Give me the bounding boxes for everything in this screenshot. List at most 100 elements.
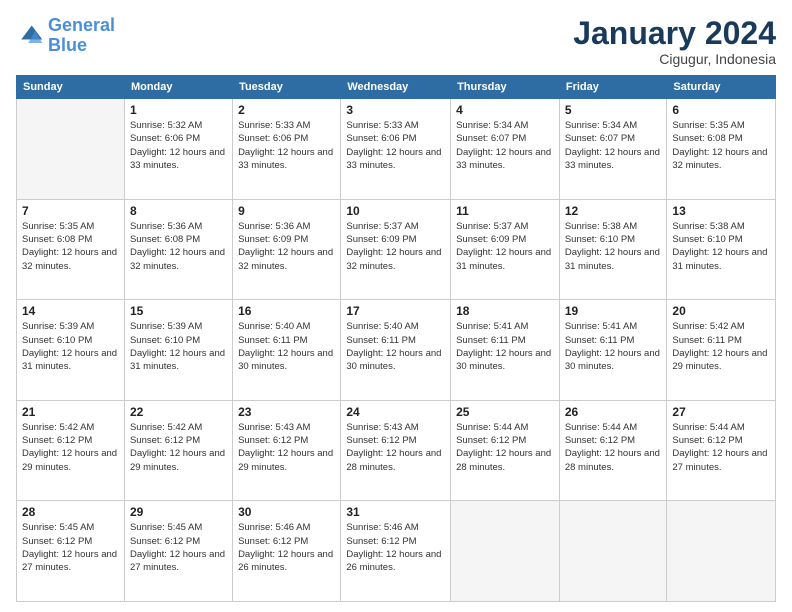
- day-number: 9: [238, 204, 335, 218]
- logo-text: General Blue: [48, 16, 115, 56]
- calendar-cell: [667, 501, 776, 602]
- day-info: Sunrise: 5:41 AM Sunset: 6:11 PM Dayligh…: [565, 320, 662, 373]
- calendar-cell: 15 Sunrise: 5:39 AM Sunset: 6:10 PM Dayli…: [124, 300, 232, 401]
- calendar-cell: [451, 501, 560, 602]
- day-number: 19: [565, 304, 662, 318]
- day-info: Sunrise: 5:42 AM Sunset: 6:12 PM Dayligh…: [22, 421, 119, 474]
- calendar-cell: 2 Sunrise: 5:33 AM Sunset: 6:06 PM Daylig…: [233, 99, 341, 200]
- day-number: 12: [565, 204, 662, 218]
- day-info: Sunrise: 5:44 AM Sunset: 6:12 PM Dayligh…: [456, 421, 554, 474]
- col-wednesday: Wednesday: [341, 76, 451, 99]
- calendar-cell: 23 Sunrise: 5:43 AM Sunset: 6:12 PM Dayli…: [233, 400, 341, 501]
- day-number: 28: [22, 505, 119, 519]
- calendar-cell: 21 Sunrise: 5:42 AM Sunset: 6:12 PM Dayli…: [17, 400, 125, 501]
- calendar-cell: 31Sunrise: 5:46 AM Sunset: 6:12 PM Dayli…: [341, 501, 451, 602]
- day-info: Sunrise: 5:40 AM Sunset: 6:11 PM Dayligh…: [346, 320, 445, 373]
- calendar-cell: 10 Sunrise: 5:37 AM Sunset: 6:09 PM Dayli…: [341, 199, 451, 300]
- calendar-cell: 24 Sunrise: 5:43 AM Sunset: 6:12 PM Dayli…: [341, 400, 451, 501]
- day-info: Sunrise: 5:46 AM Sunset: 6:12 PM Dayligh…: [346, 521, 445, 574]
- col-friday: Friday: [559, 76, 667, 99]
- day-number: 15: [130, 304, 227, 318]
- day-info: Sunrise: 5:35 AM Sunset: 6:08 PM Dayligh…: [672, 119, 770, 172]
- day-number: 2: [238, 103, 335, 117]
- day-info: Sunrise: 5:43 AM Sunset: 6:12 PM Dayligh…: [238, 421, 335, 474]
- day-number: 13: [672, 204, 770, 218]
- day-number: 11: [456, 204, 554, 218]
- day-info: Sunrise: 5:33 AM Sunset: 6:06 PM Dayligh…: [346, 119, 445, 172]
- day-info: Sunrise: 5:44 AM Sunset: 6:12 PM Dayligh…: [565, 421, 662, 474]
- calendar-table: Sunday Monday Tuesday Wednesday Thursday…: [16, 75, 776, 602]
- col-monday: Monday: [124, 76, 232, 99]
- day-info: Sunrise: 5:43 AM Sunset: 6:12 PM Dayligh…: [346, 421, 445, 474]
- calendar-cell: 28 Sunrise: 5:45 AM Sunset: 6:12 PM Dayli…: [17, 501, 125, 602]
- title-block: January 2024 Cigugur, Indonesia: [573, 16, 776, 67]
- day-number: 27: [672, 405, 770, 419]
- day-info: Sunrise: 5:36 AM Sunset: 6:08 PM Dayligh…: [130, 220, 227, 273]
- day-number: 26: [565, 405, 662, 419]
- day-info: Sunrise: 5:37 AM Sunset: 6:09 PM Dayligh…: [456, 220, 554, 273]
- day-number: 5: [565, 103, 662, 117]
- calendar-cell: 3 Sunrise: 5:33 AM Sunset: 6:06 PM Daylig…: [341, 99, 451, 200]
- day-info: Sunrise: 5:45 AM Sunset: 6:12 PM Dayligh…: [22, 521, 119, 574]
- day-number: 29: [130, 505, 227, 519]
- col-sunday: Sunday: [17, 76, 125, 99]
- day-number: 1: [130, 103, 227, 117]
- day-info: Sunrise: 5:39 AM Sunset: 6:10 PM Dayligh…: [130, 320, 227, 373]
- logo: General Blue: [16, 16, 115, 56]
- calendar-cell: 18Sunrise: 5:41 AM Sunset: 6:11 PM Dayli…: [451, 300, 560, 401]
- calendar-cell: 11 Sunrise: 5:37 AM Sunset: 6:09 PM Dayli…: [451, 199, 560, 300]
- logo-line1: General: [48, 15, 115, 35]
- calendar-cell: 22 Sunrise: 5:42 AM Sunset: 6:12 PM Dayli…: [124, 400, 232, 501]
- calendar-cell: 27Sunrise: 5:44 AM Sunset: 6:12 PM Dayli…: [667, 400, 776, 501]
- day-number: 7: [22, 204, 119, 218]
- day-info: Sunrise: 5:35 AM Sunset: 6:08 PM Dayligh…: [22, 220, 119, 273]
- day-info: Sunrise: 5:34 AM Sunset: 6:07 PM Dayligh…: [456, 119, 554, 172]
- day-info: Sunrise: 5:46 AM Sunset: 6:12 PM Dayligh…: [238, 521, 335, 574]
- day-number: 22: [130, 405, 227, 419]
- day-info: Sunrise: 5:34 AM Sunset: 6:07 PM Dayligh…: [565, 119, 662, 172]
- calendar-cell: 4 Sunrise: 5:34 AM Sunset: 6:07 PM Daylig…: [451, 99, 560, 200]
- day-number: 25: [456, 405, 554, 419]
- day-number: 24: [346, 405, 445, 419]
- day-info: Sunrise: 5:45 AM Sunset: 6:12 PM Dayligh…: [130, 521, 227, 574]
- day-info: Sunrise: 5:37 AM Sunset: 6:09 PM Dayligh…: [346, 220, 445, 273]
- day-info: Sunrise: 5:42 AM Sunset: 6:12 PM Dayligh…: [130, 421, 227, 474]
- day-number: 30: [238, 505, 335, 519]
- calendar-cell: 8 Sunrise: 5:36 AM Sunset: 6:08 PM Daylig…: [124, 199, 232, 300]
- calendar-cell: [559, 501, 667, 602]
- calendar-cell: 12 Sunrise: 5:38 AM Sunset: 6:10 PM Dayli…: [559, 199, 667, 300]
- col-thursday: Thursday: [451, 76, 560, 99]
- calendar-week-3: 14 Sunrise: 5:39 AM Sunset: 6:10 PM Dayli…: [17, 300, 776, 401]
- logo-icon: [16, 22, 44, 50]
- calendar-cell: 26 Sunrise: 5:44 AM Sunset: 6:12 PM Dayli…: [559, 400, 667, 501]
- calendar-header-row: Sunday Monday Tuesday Wednesday Thursday…: [17, 76, 776, 99]
- day-info: Sunrise: 5:39 AM Sunset: 6:10 PM Dayligh…: [22, 320, 119, 373]
- day-number: 6: [672, 103, 770, 117]
- day-info: Sunrise: 5:33 AM Sunset: 6:06 PM Dayligh…: [238, 119, 335, 172]
- calendar-cell: 19 Sunrise: 5:41 AM Sunset: 6:11 PM Dayli…: [559, 300, 667, 401]
- day-number: 16: [238, 304, 335, 318]
- page: General Blue January 2024 Cigugur, Indon…: [0, 0, 792, 612]
- col-saturday: Saturday: [667, 76, 776, 99]
- day-number: 10: [346, 204, 445, 218]
- calendar-week-5: 28 Sunrise: 5:45 AM Sunset: 6:12 PM Dayli…: [17, 501, 776, 602]
- day-info: Sunrise: 5:32 AM Sunset: 6:06 PM Dayligh…: [130, 119, 227, 172]
- day-number: 3: [346, 103, 445, 117]
- day-number: 14: [22, 304, 119, 318]
- calendar-cell: 25 Sunrise: 5:44 AM Sunset: 6:12 PM Dayli…: [451, 400, 560, 501]
- day-info: Sunrise: 5:41 AM Sunset: 6:11 PM Dayligh…: [456, 320, 554, 373]
- logo-line2: Blue: [48, 35, 87, 55]
- day-number: 4: [456, 103, 554, 117]
- calendar-cell: 1 Sunrise: 5:32 AM Sunset: 6:06 PM Daylig…: [124, 99, 232, 200]
- day-number: 23: [238, 405, 335, 419]
- day-number: 8: [130, 204, 227, 218]
- calendar-cell: [17, 99, 125, 200]
- day-info: Sunrise: 5:38 AM Sunset: 6:10 PM Dayligh…: [565, 220, 662, 273]
- calendar-cell: 7 Sunrise: 5:35 AM Sunset: 6:08 PM Daylig…: [17, 199, 125, 300]
- day-info: Sunrise: 5:42 AM Sunset: 6:11 PM Dayligh…: [672, 320, 770, 373]
- calendar-week-2: 7 Sunrise: 5:35 AM Sunset: 6:08 PM Daylig…: [17, 199, 776, 300]
- calendar-cell: 13Sunrise: 5:38 AM Sunset: 6:10 PM Dayli…: [667, 199, 776, 300]
- day-number: 21: [22, 405, 119, 419]
- calendar-cell: 20Sunrise: 5:42 AM Sunset: 6:11 PM Dayli…: [667, 300, 776, 401]
- day-number: 17: [346, 304, 445, 318]
